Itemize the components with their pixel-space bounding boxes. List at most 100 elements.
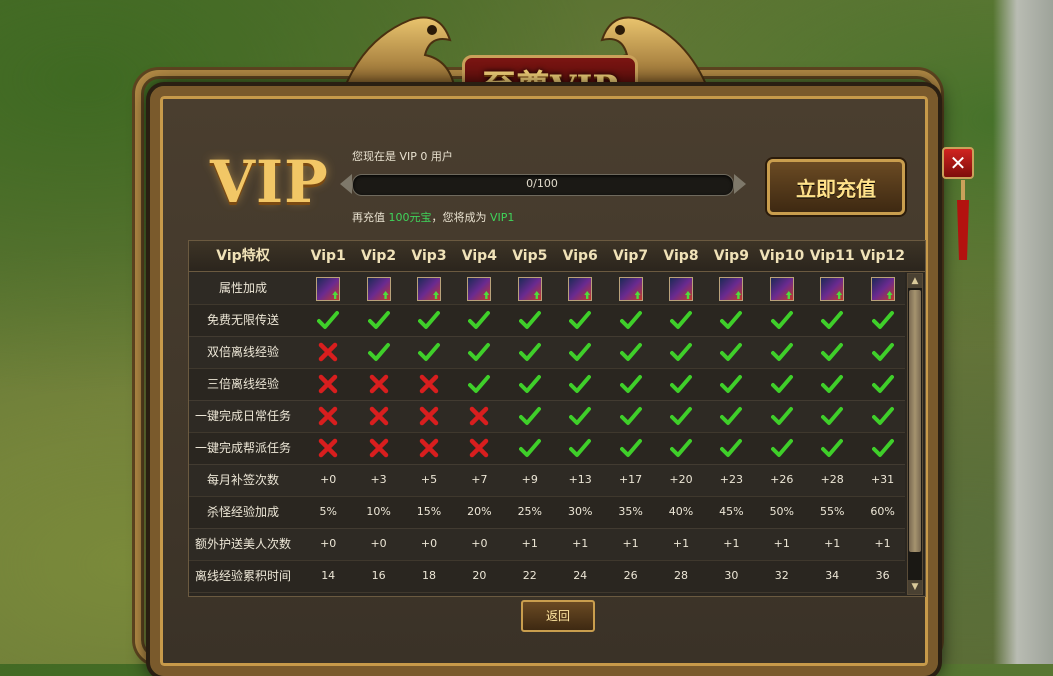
attribute-bonus-cell	[353, 272, 403, 304]
attribute-bonus-cell	[505, 272, 555, 304]
check-icon	[555, 432, 605, 464]
check-icon	[706, 336, 756, 368]
privilege-value: +26	[770, 473, 794, 486]
scroll-down-arrow-icon[interactable]: ▼	[908, 580, 922, 594]
check-icon	[857, 304, 907, 336]
attribute-bonus-icon[interactable]	[316, 277, 341, 301]
privilege-value: +1	[874, 537, 891, 550]
check-icon	[807, 432, 857, 464]
check-icon	[757, 304, 807, 336]
attribute-bonus-icon[interactable]	[820, 277, 845, 301]
attribute-bonus-icon[interactable]	[467, 277, 492, 301]
privilege-value: 14	[321, 569, 336, 582]
check-icon	[857, 336, 907, 368]
cross-icon	[353, 432, 403, 464]
progress-left-cap	[340, 174, 352, 194]
privilege-label: 离线经验累积时间	[194, 569, 291, 583]
privilege-label: 一键完成日常任务	[194, 409, 291, 423]
status-prefix: 您现在是	[352, 150, 400, 163]
attribute-bonus-icon[interactable]	[769, 277, 794, 301]
privilege-label: 一键完成帮派任务	[194, 441, 291, 455]
cross-icon	[303, 400, 353, 432]
attribute-bonus-icon[interactable]	[366, 277, 391, 301]
check-icon	[454, 336, 504, 368]
level-header: Vip3	[411, 248, 447, 264]
scroll-thumb[interactable]	[909, 290, 921, 552]
privilege-value: 22	[522, 569, 537, 582]
attribute-bonus-icon[interactable]	[416, 277, 441, 301]
attribute-bonus-cell	[303, 272, 353, 304]
check-icon	[706, 368, 756, 400]
check-icon	[857, 400, 907, 432]
attribute-bonus-cell	[656, 272, 706, 304]
table-scrollbar[interactable]: ▲ ▼	[907, 273, 923, 595]
check-icon	[555, 400, 605, 432]
privilege-value: 24	[573, 569, 588, 582]
check-icon	[353, 336, 403, 368]
privilege-value: +0	[471, 537, 488, 550]
privilege-value: +1	[572, 537, 589, 550]
privilege-value: +9	[521, 473, 538, 486]
recharge-target: VIP1	[490, 211, 515, 224]
check-icon	[807, 368, 857, 400]
cross-icon	[353, 368, 403, 400]
attribute-bonus-cell	[706, 272, 756, 304]
privilege-value: +7	[471, 473, 488, 486]
table-row: 三倍离线经验	[189, 368, 905, 401]
check-icon	[857, 432, 907, 464]
level-header: Vip6	[562, 248, 598, 264]
level-header: Vip5	[512, 248, 548, 264]
attribute-bonus-icon[interactable]	[870, 277, 895, 301]
privilege-value: +1	[824, 537, 841, 550]
recharge-now-button[interactable]: 立即充值	[767, 159, 905, 215]
vip-privilege-table: Vip特权 Vip1 Vip2 Vip3 Vip4 Vip5 Vip6 Vip7 Vip8 Vi…	[188, 240, 926, 597]
scroll-up-arrow-icon[interactable]: ▲	[908, 274, 922, 288]
level-header: Vip4	[461, 248, 497, 264]
privilege-value: +1	[723, 537, 740, 550]
check-icon	[807, 336, 857, 368]
progress-text: 0/100	[526, 177, 558, 190]
recharge-amount: 100元宝	[388, 211, 432, 224]
attribute-bonus-cell	[857, 272, 907, 304]
privilege-value: +5	[420, 473, 438, 486]
check-icon	[857, 368, 907, 400]
cross-icon	[404, 432, 454, 464]
check-icon	[555, 336, 605, 368]
check-icon	[656, 368, 706, 400]
check-icon	[656, 336, 706, 368]
check-icon	[757, 432, 807, 464]
privilege-value: 28	[673, 569, 688, 582]
privilege-value: 18	[421, 569, 436, 582]
attribute-bonus-icon[interactable]	[668, 277, 693, 301]
check-icon	[555, 368, 605, 400]
attribute-bonus-icon[interactable]	[618, 277, 643, 301]
privilege-value: +13	[568, 473, 592, 486]
privilege-value: 45%	[719, 505, 744, 518]
attribute-bonus-icon[interactable]	[719, 277, 744, 301]
check-icon	[807, 304, 857, 336]
cross-icon	[303, 336, 353, 368]
check-icon	[605, 368, 655, 400]
check-icon	[656, 400, 706, 432]
attribute-bonus-icon[interactable]	[568, 277, 593, 301]
check-icon	[605, 336, 655, 368]
attribute-bonus-cell	[404, 272, 454, 304]
privilege-value: 20	[472, 569, 487, 582]
check-icon	[757, 336, 807, 368]
check-icon	[605, 304, 655, 336]
cross-icon	[454, 400, 504, 432]
privilege-value: 30%	[567, 505, 593, 518]
attribute-bonus-icon[interactable]	[517, 277, 542, 301]
privilege-label: 每月补签次数	[206, 473, 279, 487]
table-row: 免费无限传送	[189, 304, 905, 337]
cliff-background	[993, 0, 1053, 664]
check-icon	[505, 400, 555, 432]
privilege-label: 属性加成	[218, 281, 267, 295]
back-button[interactable]: 返回	[521, 600, 595, 632]
privilege-value: +1	[773, 537, 790, 550]
privilege-value: 25%	[517, 505, 543, 518]
privilege-label: 三倍离线经验	[206, 377, 279, 391]
privilege-value: 40%	[668, 505, 694, 518]
close-icon[interactable]: ✕	[942, 147, 974, 179]
check-icon	[404, 304, 454, 336]
